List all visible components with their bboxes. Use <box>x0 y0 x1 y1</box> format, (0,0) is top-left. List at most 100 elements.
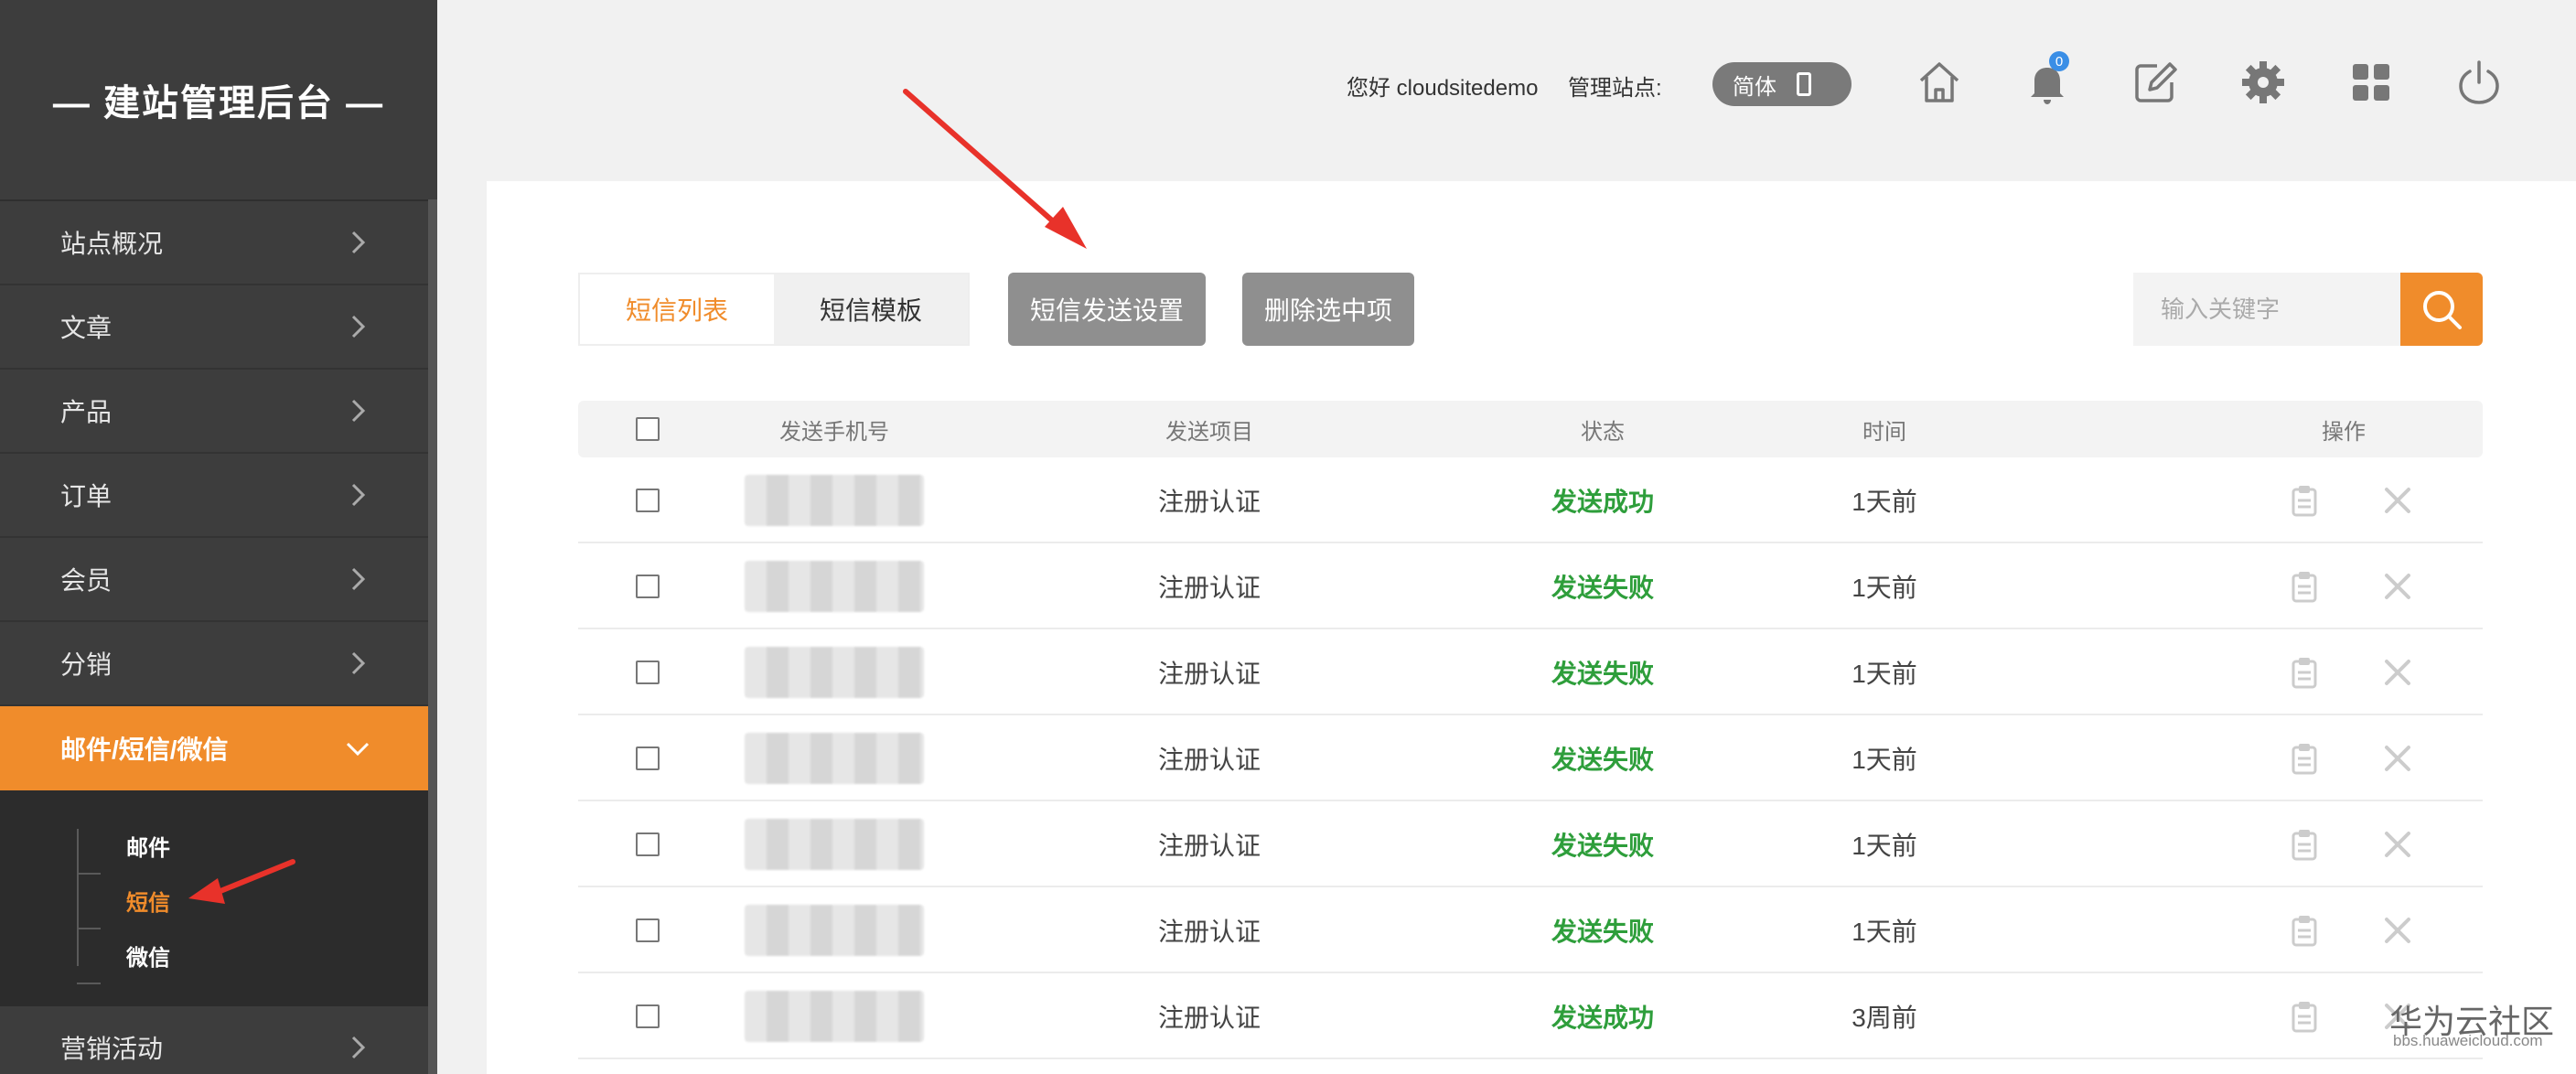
table-row: 注册认证 发送成功 3周前 <box>578 973 2483 1059</box>
time-cell: 1天前 <box>1852 918 1917 946</box>
site-label: 管理站点: <box>1568 76 1662 101</box>
status-badge: 发送失败 <box>1551 918 1654 946</box>
sidebar-item-label: 订单 <box>60 482 113 510</box>
phone-cell <box>745 801 924 887</box>
submenu-item-wechat[interactable]: 微信 <box>0 928 437 983</box>
time-cell: 3周前 <box>1852 1004 1917 1032</box>
sidebar-item-products[interactable]: 产品 <box>0 370 437 454</box>
row-select-cell <box>629 543 666 629</box>
view-action[interactable] <box>2281 629 2327 715</box>
header-project: 发送项目 <box>1165 419 1253 445</box>
clipboard-icon <box>2292 744 2317 775</box>
phone-number-blurred <box>745 733 924 784</box>
sidebar-item-articles[interactable]: 文章 <box>0 285 437 370</box>
sidebar-nav: 站点概况 文章 产品 订单 会员 分销 邮件/短信/微信 邮件 短信 微信 营销… <box>0 199 437 1074</box>
row-checkbox[interactable] <box>636 661 660 684</box>
table-row: 注册认证 发送成功 1天前 <box>578 457 2483 543</box>
row-select-cell <box>629 973 666 1059</box>
delete-action[interactable] <box>2375 887 2420 973</box>
delete-action[interactable] <box>2375 715 2420 801</box>
phone-cell <box>745 715 924 801</box>
row-checkbox[interactable] <box>636 746 660 770</box>
submenu-item-mail[interactable]: 邮件 <box>0 818 437 873</box>
sidebar-item-label: 营销活动 <box>60 1035 164 1063</box>
clipboard-icon <box>2292 486 2317 517</box>
status-badge: 发送失败 <box>1551 746 1654 774</box>
sms-settings-button[interactable]: 短信发送设置 <box>1008 273 1206 346</box>
phone-number-blurred <box>745 475 924 526</box>
sidebar-item-label: 文章 <box>60 314 113 342</box>
user-greeting: 您好 cloudsitedemo <box>1347 76 1539 101</box>
clipboard-icon <box>2292 572 2317 603</box>
clipboard-icon <box>2292 916 2317 947</box>
project-cell: 注册认证 <box>1157 746 1261 774</box>
header-status: 状态 <box>1581 419 1625 445</box>
delete-action[interactable] <box>2375 457 2420 543</box>
view-action[interactable] <box>2281 801 2327 887</box>
sidebar-item-label: 站点概况 <box>60 230 164 258</box>
row-checkbox[interactable] <box>636 918 660 942</box>
home-icon[interactable] <box>1914 57 1965 108</box>
sidebar-item-distribution[interactable]: 分销 <box>0 622 437 706</box>
notification-button[interactable]: 0 <box>2022 51 2073 108</box>
view-action[interactable] <box>2281 887 2327 973</box>
table-row: 注册认证 发送失败 1天前 <box>578 715 2483 801</box>
tab-sms-templates[interactable]: 短信模板 <box>774 274 968 344</box>
phone-cell <box>745 543 924 629</box>
sidebar-item-members[interactable]: 会员 <box>0 538 437 622</box>
status-badge: 发送失败 <box>1551 574 1654 602</box>
grid-icon[interactable] <box>2345 57 2397 108</box>
row-checkbox[interactable] <box>636 575 660 598</box>
language-toggle[interactable]: 简体 <box>1712 62 1852 106</box>
phone-cell <box>745 973 924 1059</box>
brand-title: — 建站管理后台 — <box>52 83 385 124</box>
sidebar-item-site-overview[interactable]: 站点概况 <box>0 201 437 285</box>
time-cell: 1天前 <box>1852 746 1917 774</box>
table-row: 注册认证 发送失败 1天前 <box>578 543 2483 629</box>
delete-action[interactable] <box>2375 543 2420 629</box>
search-input[interactable] <box>2133 273 2400 346</box>
status-badge: 发送失败 <box>1551 660 1654 688</box>
row-select-cell <box>629 801 666 887</box>
phone-cell <box>745 629 924 715</box>
select-all-checkbox[interactable] <box>636 417 660 441</box>
row-checkbox[interactable] <box>636 1004 660 1028</box>
clipboard-icon <box>2292 830 2317 861</box>
delete-action[interactable] <box>2375 801 2420 887</box>
power-icon[interactable] <box>2453 57 2505 108</box>
submenu: 邮件 短信 微信 <box>0 790 437 1006</box>
sidebar-item-mail-sms-wechat[interactable]: 邮件/短信/微信 <box>0 706 437 790</box>
row-checkbox[interactable] <box>636 489 660 512</box>
project-cell: 注册认证 <box>1157 832 1261 860</box>
row-select-cell <box>629 457 666 543</box>
sidebar-item-label: 会员 <box>60 566 113 595</box>
delete-action[interactable] <box>2375 629 2420 715</box>
sidebar-item-marketing[interactable]: 营销活动 <box>0 1006 437 1074</box>
table-header: 发送手机号 发送项目 状态 时间 操作 <box>578 401 2483 457</box>
tab-sms-list[interactable]: 短信列表 <box>580 274 774 344</box>
header-phone: 发送手机号 <box>779 419 889 445</box>
phone-number-blurred <box>745 819 924 870</box>
close-icon <box>2385 574 2410 599</box>
phone-number-blurred <box>745 561 924 612</box>
close-icon <box>2385 918 2410 943</box>
search-icon <box>2423 291 2462 329</box>
view-action[interactable] <box>2281 457 2327 543</box>
submenu-item-sms[interactable]: 短信 <box>0 873 437 928</box>
phone-cell <box>745 887 924 973</box>
gear-icon[interactable] <box>2238 57 2289 108</box>
search-button[interactable] <box>2400 273 2483 346</box>
sidebar-item-orders[interactable]: 订单 <box>0 454 437 538</box>
sidebar-scrollbar[interactable] <box>428 199 437 1074</box>
sidebar: — 建站管理后台 — 站点概况 文章 产品 订单 会员 分销 邮件/短信/微信 <box>0 0 437 1074</box>
view-action[interactable] <box>2281 715 2327 801</box>
top-header: 您好 cloudsitedemo 管理站点: 简体 0 <box>437 0 2576 174</box>
view-action[interactable] <box>2281 973 2327 1059</box>
row-checkbox[interactable] <box>636 832 660 856</box>
edit-icon[interactable] <box>2130 57 2181 108</box>
view-action[interactable] <box>2281 543 2327 629</box>
delete-selected-button[interactable]: 删除选中项 <box>1242 273 1414 346</box>
project-cell: 注册认证 <box>1157 574 1261 602</box>
chevron-right-icon <box>351 567 366 591</box>
sms-table-body: 注册认证 发送成功 1天前 注册认证 发送失败 1天前 注册认证 发送失败 1天… <box>578 457 2483 1059</box>
